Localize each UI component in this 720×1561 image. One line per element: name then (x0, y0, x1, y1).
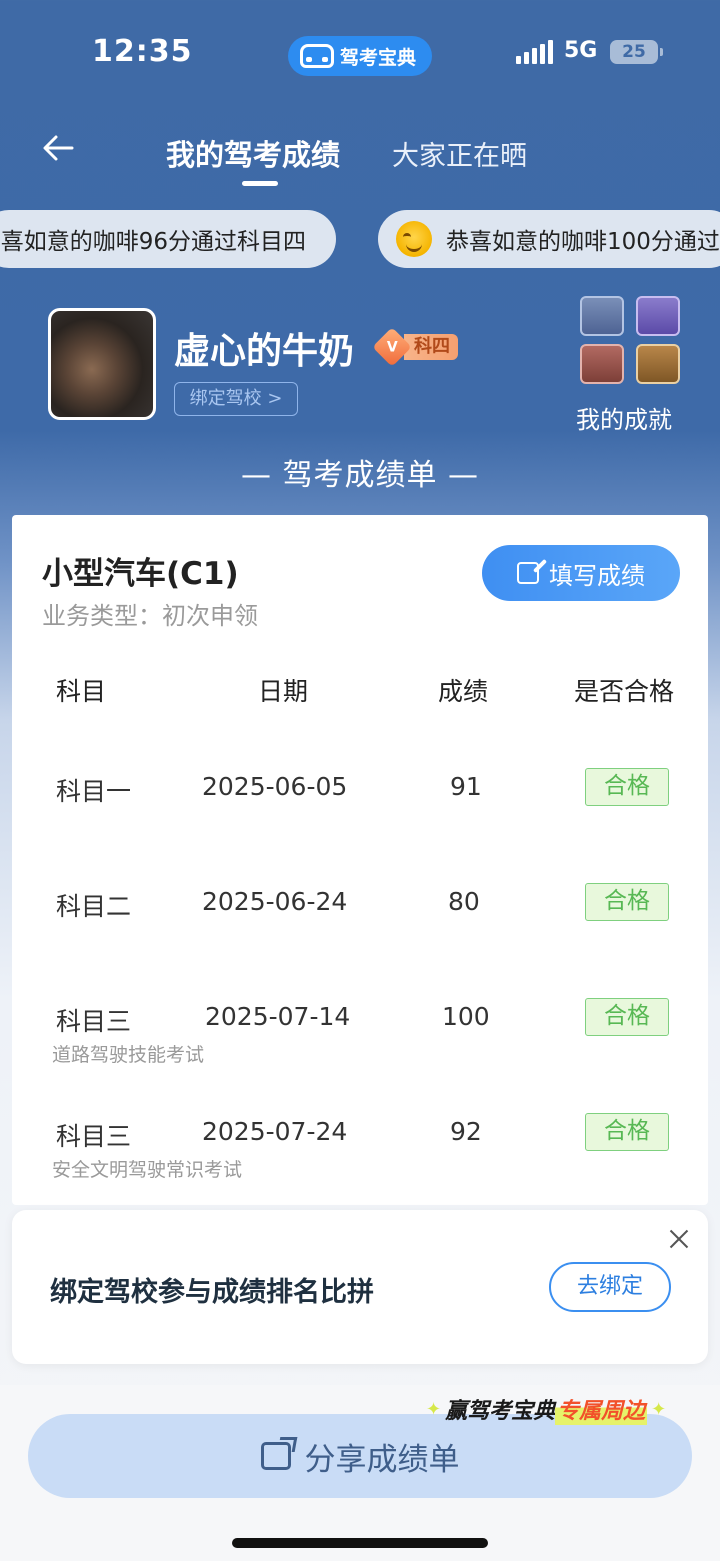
bind-school-button[interactable]: 绑定驾校 > (174, 382, 298, 416)
row-score: 80 (448, 887, 480, 916)
pass-badge: 合格 (585, 883, 669, 921)
home-indicator[interactable] (232, 1538, 488, 1548)
sparkle-icon: ✦ (426, 1398, 442, 1420)
status-time: 12:35 (92, 34, 193, 69)
close-icon[interactable] (668, 1228, 690, 1250)
row-subject: 科目三 (56, 1007, 132, 1036)
promo-banner[interactable]: ✦ 赢驾考宝典 专属周边 ✦ (408, 1390, 684, 1428)
row-date: 2025-06-05 (202, 772, 348, 801)
edit-icon (517, 562, 539, 584)
share-label: 分享成绩单 (304, 1441, 460, 1478)
tab-my-scores[interactable]: 我的驾考成绩 (166, 132, 340, 174)
col-header-date: 日期 (258, 677, 309, 706)
row-date: 2025-06-24 (202, 887, 348, 916)
achievement-medal-icon[interactable] (636, 296, 680, 336)
go-bind-button[interactable]: 去绑定 (549, 1262, 671, 1312)
popup-text: 绑定驾校参与成绩排名比拼 (50, 1277, 374, 1308)
achievement-medal-icon[interactable] (580, 296, 624, 336)
row-score: 92 (450, 1117, 482, 1146)
row-subject: 科目一 (56, 777, 132, 806)
business-type: 业务类型：初次申领 (42, 602, 258, 630)
achievement-medal-icon[interactable] (580, 344, 624, 384)
app-badge: 驾考宝典 (288, 36, 432, 76)
tab-underline (242, 181, 278, 186)
promo-highlight: 专属周边 (555, 1393, 648, 1425)
row-subject: 科目三 (56, 1122, 132, 1151)
pass-badge: 合格 (585, 998, 669, 1036)
app-name: 驾考宝典 (340, 46, 417, 69)
car-icon (300, 44, 334, 68)
battery-icon: 25 (610, 40, 663, 64)
row-score: 100 (442, 1002, 490, 1031)
marquee-item: 恭喜如意的咖啡100分通过 (378, 210, 720, 268)
network-type: 5G (564, 38, 598, 63)
achievements-label[interactable]: 我的成就 (576, 400, 672, 435)
col-header-pass: 是否合格 (574, 677, 675, 706)
badge-text: 科四 (404, 334, 458, 360)
row-score: 91 (450, 772, 482, 801)
sparkle-icon: ✦ (651, 1398, 667, 1420)
row-subject: 科目二 (56, 892, 132, 921)
fill-score-label: 填写成绩 (549, 561, 645, 590)
signal-icon (516, 40, 553, 64)
row-date: 2025-07-24 (202, 1117, 348, 1146)
vehicle-type: 小型汽车(C1) (42, 556, 239, 592)
celebrate-emoji-icon (396, 221, 432, 257)
pass-badge: 合格 (585, 768, 669, 806)
tab-everyone-sharing[interactable]: 大家正在晒 (392, 134, 527, 173)
level-badge: V 科四 (372, 327, 458, 367)
marquee-text: 喜如意的咖啡96分通过科目四 (0, 229, 306, 255)
share-icon (260, 1442, 291, 1470)
nickname: 虚心的牛奶 (174, 331, 355, 372)
row-note: 安全文明驾驶常识考试 (52, 1159, 243, 1181)
avatar[interactable] (48, 308, 156, 420)
row-date: 2025-07-14 (205, 1002, 351, 1031)
achievement-medal-icon[interactable] (636, 344, 680, 384)
marquee-text: 恭喜如意的咖啡100分通过 (446, 229, 720, 255)
promo-text: 赢驾考宝典 (445, 1399, 556, 1424)
fill-score-button[interactable]: 填写成绩 (482, 545, 680, 601)
col-header-subject: 科目 (56, 677, 107, 706)
marquee-item: 喜如意的咖啡96分通过科目四 (0, 210, 336, 268)
row-note: 道路驾驶技能考试 (52, 1044, 205, 1066)
pass-badge: 合格 (585, 1113, 669, 1151)
back-arrow-icon[interactable] (38, 130, 78, 170)
report-title: — 驾考成绩单 — (240, 458, 480, 493)
col-header-score: 成绩 (438, 677, 489, 706)
